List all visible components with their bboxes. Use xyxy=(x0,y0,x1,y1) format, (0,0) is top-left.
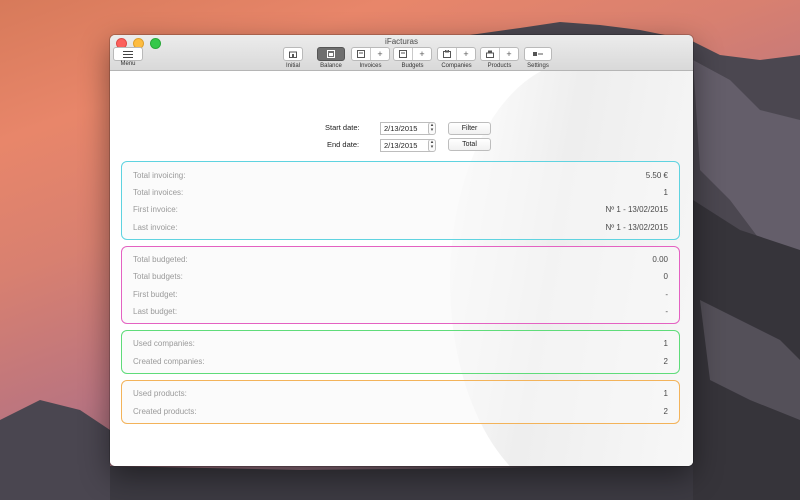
created-products-label: Created products: xyxy=(133,407,197,416)
menu-button[interactable] xyxy=(113,47,143,61)
first-invoice-label: First invoice: xyxy=(133,205,178,214)
add-budget-button[interactable]: + xyxy=(412,48,431,60)
budgets-panel: Total budgeted: 0.00 Total budgets: 0 Fi… xyxy=(121,246,680,324)
total-budgets-value: 0 xyxy=(663,272,668,281)
product-icon xyxy=(481,48,499,60)
total-invoicing-row: Total invoicing: 5.50 € xyxy=(133,170,668,182)
start-date-field[interactable]: 2/13/2015 xyxy=(380,122,433,135)
balance-icon xyxy=(318,48,344,60)
end-date-label: End date: xyxy=(327,140,360,149)
total-invoicing-label: Total invoicing: xyxy=(133,171,186,180)
settings-label: Settings xyxy=(527,63,549,69)
toolbar-balance[interactable]: Balance xyxy=(317,47,345,69)
total-budgets-label: Total budgets: xyxy=(133,272,183,281)
used-companies-row: Used companies: 1 xyxy=(133,338,668,350)
budgets-button[interactable]: + xyxy=(393,47,432,61)
last-budget-value: - xyxy=(665,307,668,316)
add-product-button[interactable]: + xyxy=(499,48,518,60)
created-companies-label: Created companies: xyxy=(133,357,205,366)
title-bar: iFacturas Menu Initial Balance + Invoice… xyxy=(110,35,693,71)
products-panel: Used products: 1 Created products: 2 xyxy=(121,380,680,424)
budget-icon xyxy=(394,48,412,60)
total-invoices-value: 1 xyxy=(663,188,668,197)
total-invoices-row: Total invoices: 1 xyxy=(133,187,668,199)
toolbar-products[interactable]: + Products xyxy=(480,47,519,69)
created-companies-value: 2 xyxy=(663,357,668,366)
toolbar-companies[interactable]: + Companies xyxy=(437,47,476,69)
last-budget-label: Last budget: xyxy=(133,307,178,316)
invoices-label: Invoices xyxy=(359,63,382,69)
start-date-stepper[interactable]: ▴ ▾ xyxy=(428,122,436,135)
settings-icon xyxy=(525,48,551,60)
filter-button[interactable]: Filter xyxy=(448,122,491,135)
last-invoice-row: Last invoice: Nº 1 - 13/02/2015 xyxy=(133,222,668,234)
companies-panel: Used companies: 1 Created companies: 2 xyxy=(121,330,680,374)
total-button[interactable]: Total xyxy=(448,138,491,151)
total-budgeted-row: Total budgeted: 0.00 xyxy=(133,254,668,266)
menu-label: Menu xyxy=(120,61,136,67)
used-companies-label: Used companies: xyxy=(133,339,195,348)
home-icon xyxy=(284,48,302,60)
toolbar-invoices[interactable]: + Invoices xyxy=(351,47,390,69)
companies-label: Companies xyxy=(441,63,472,69)
used-products-row: Used products: 1 xyxy=(133,388,668,400)
balance-view: Start date: 2/13/2015 ▴ ▾ Filter End date… xyxy=(110,71,693,466)
created-products-row: Created products: 2 xyxy=(133,406,668,418)
first-invoice-row: First invoice: Nº 1 - 13/02/2015 xyxy=(133,204,668,216)
add-company-button[interactable]: + xyxy=(456,48,475,60)
used-companies-value: 1 xyxy=(663,339,668,348)
toolbar-budgets[interactable]: + Budgets xyxy=(393,47,432,69)
initial-label: Initial xyxy=(285,63,300,69)
budgets-label: Budgets xyxy=(401,63,424,69)
products-label: Products xyxy=(487,63,512,69)
toolbar-settings[interactable]: Settings xyxy=(524,47,552,69)
initial-button[interactable] xyxy=(283,47,303,61)
total-invoices-label: Total invoices: xyxy=(133,188,184,197)
total-budgets-row: Total budgets: 0 xyxy=(133,271,668,283)
balance-button[interactable] xyxy=(317,47,345,61)
start-date-label: Start date: xyxy=(325,123,360,132)
total-budgeted-value: 0.00 xyxy=(652,255,668,264)
end-date-stepper[interactable]: ▴ ▾ xyxy=(428,139,436,152)
add-invoice-button[interactable]: + xyxy=(370,48,389,60)
invoicing-panel: Total invoicing: 5.50 € Total invoices: … xyxy=(121,161,680,240)
invoice-icon xyxy=(352,48,370,60)
invoices-button[interactable]: + xyxy=(351,47,390,61)
first-invoice-value: Nº 1 - 13/02/2015 xyxy=(605,205,668,214)
first-budget-label: First budget: xyxy=(133,290,178,299)
companies-button[interactable]: + xyxy=(437,47,476,61)
used-products-value: 1 xyxy=(663,389,668,398)
toolbar-initial[interactable]: Initial xyxy=(283,47,303,69)
balance-label: Balance xyxy=(320,63,342,69)
window-title: iFacturas xyxy=(385,37,418,46)
total-invoicing-value: 5.50 € xyxy=(645,171,668,180)
created-products-value: 2 xyxy=(663,407,668,416)
hamburger-icon xyxy=(123,50,133,58)
products-button[interactable]: + xyxy=(480,47,519,61)
last-budget-row: Last budget: - xyxy=(133,306,668,318)
used-products-label: Used products: xyxy=(133,389,187,398)
app-window: iFacturas Menu Initial Balance + Invoice… xyxy=(110,35,693,466)
created-companies-row: Created companies: 2 xyxy=(133,356,668,368)
first-budget-value: - xyxy=(665,290,668,299)
end-date-field[interactable]: 2/13/2015 xyxy=(380,139,433,152)
last-invoice-label: Last invoice: xyxy=(133,223,178,232)
company-icon xyxy=(438,48,456,60)
settings-button[interactable] xyxy=(524,47,552,61)
total-budgeted-label: Total budgeted: xyxy=(133,255,188,264)
first-budget-row: First budget: - xyxy=(133,289,668,301)
last-invoice-value: Nº 1 - 13/02/2015 xyxy=(605,223,668,232)
